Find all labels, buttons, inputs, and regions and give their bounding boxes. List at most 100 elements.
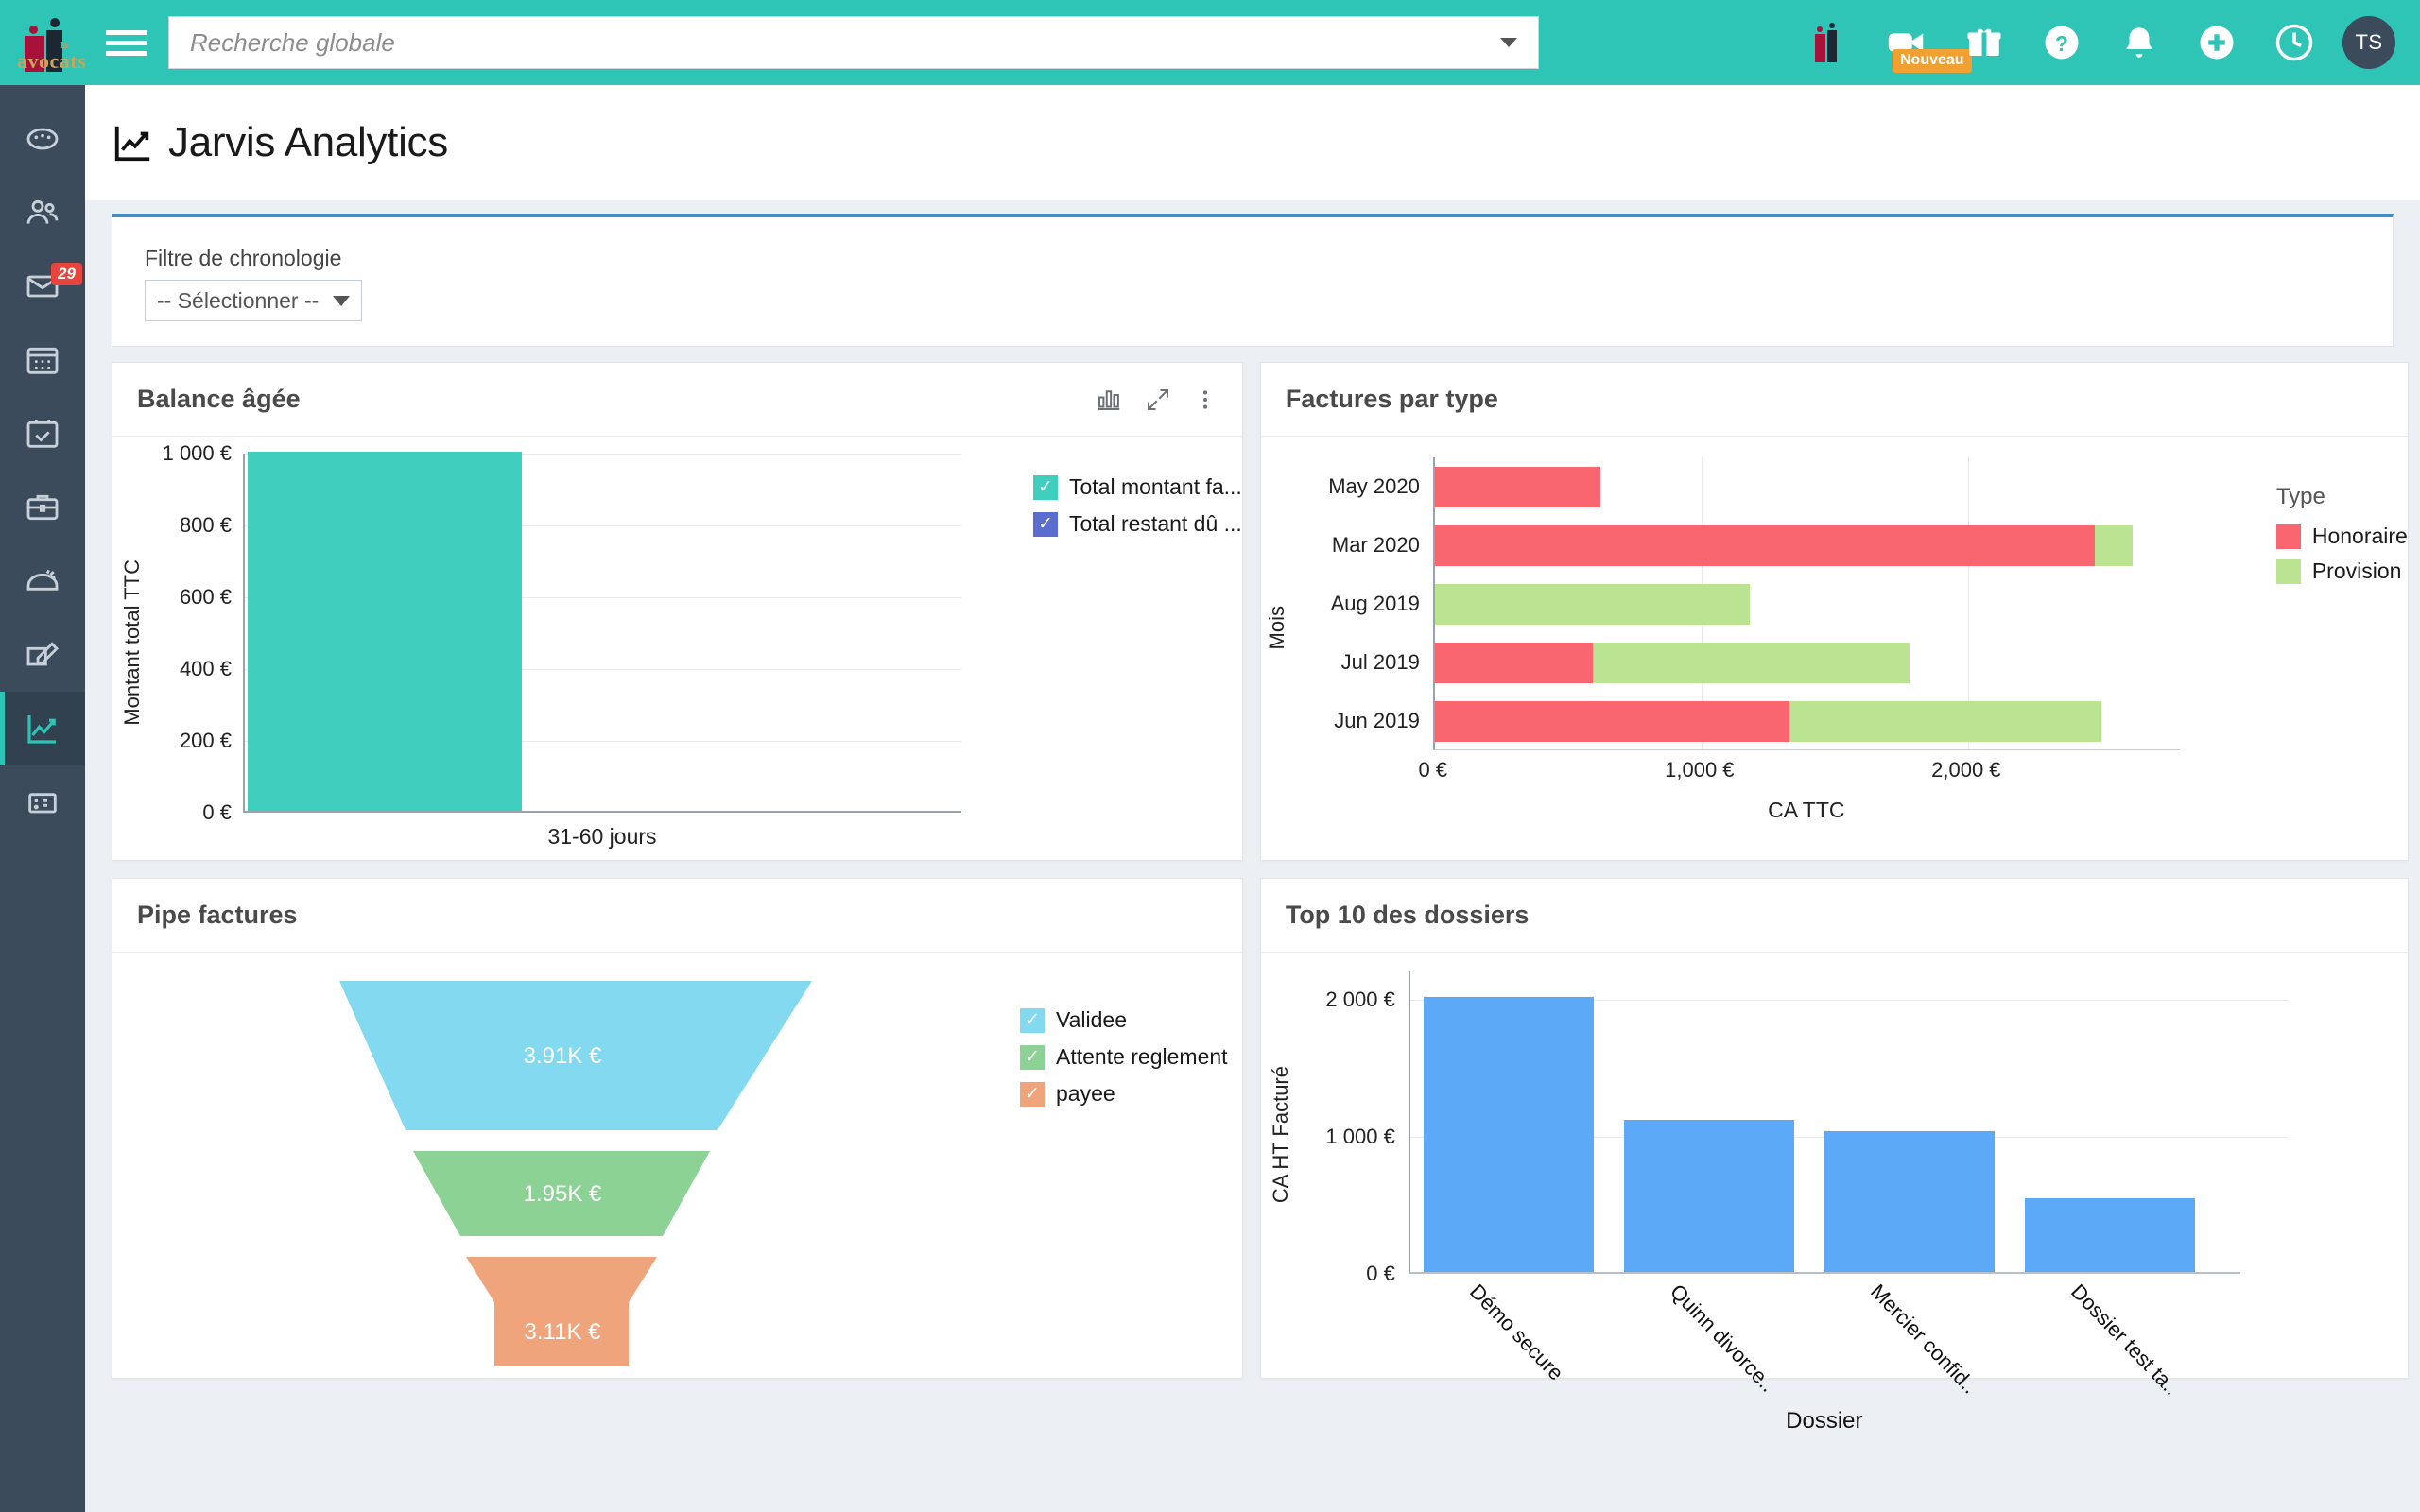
y-axis-ticks: 0 € 1 000 € 2 000 € xyxy=(1325,988,1395,1285)
bar-mercier-confid[interactable] xyxy=(1824,1131,1995,1272)
sidebar-item-analytics[interactable] xyxy=(0,692,85,765)
segment-provision[interactable] xyxy=(1789,701,2101,742)
funnel-value-attente: 1.95K € xyxy=(523,1181,602,1207)
funnel-value-payee: 3.11K € xyxy=(524,1319,601,1345)
funnel-svg xyxy=(339,981,812,1366)
expand-icon[interactable] xyxy=(1144,386,1172,414)
segment-honoraire[interactable] xyxy=(1434,467,1600,507)
card-title: Pipe factures xyxy=(137,901,298,929)
help-circle-icon[interactable]: ? xyxy=(2023,0,2100,85)
balance-agee-chart: Montant total TTC 0 € 200 € 400 € 600 € … xyxy=(120,441,1018,860)
gift-icon[interactable] xyxy=(1945,0,2023,85)
sidebar-item-dashboard[interactable] xyxy=(0,102,85,176)
more-options-icon[interactable] xyxy=(1193,386,1218,414)
card-actions xyxy=(1095,386,1218,414)
messages-badge: 29 xyxy=(51,263,82,286)
card-header: Factures par type xyxy=(1260,363,2408,437)
top10-chart: CA HT Facturé 0 € 1 000 € 2 000 € Démo s… xyxy=(1269,971,2386,1434)
legend-item[interactable]: Honoraire xyxy=(2275,524,2408,549)
global-search[interactable] xyxy=(168,16,1539,69)
logo-figure-icon: la avocats xyxy=(13,13,85,73)
bar-row-aug-2019 xyxy=(1434,584,1750,625)
legend-item[interactable]: Provision xyxy=(2275,558,2408,584)
legend-swatch: ✓ xyxy=(1033,511,1058,537)
card-balance-agee: Balance âgée Montant total TTC 0 € 200 €… xyxy=(112,362,1243,861)
plus-circle-icon[interactable] xyxy=(2178,0,2256,85)
segment-provision[interactable] xyxy=(1592,643,1910,683)
sidebar-item-cases[interactable] xyxy=(0,471,85,544)
chart-legend: Type Honoraire Provision xyxy=(2275,484,2408,860)
app-logo[interactable]: la avocats xyxy=(0,0,85,85)
dashboard-area: Filtre de chronologie -- Sélectionner --… xyxy=(85,200,2420,1512)
legend-item[interactable]: ✓ Total montant fa... xyxy=(1033,474,1242,500)
chevron-down-icon xyxy=(333,295,350,306)
sidebar-item-editor[interactable] xyxy=(0,618,85,692)
card-body: CA HT Facturé 0 € 1 000 € 2 000 € Démo s… xyxy=(1261,953,2408,1434)
funnel-stage-payee xyxy=(466,1257,657,1366)
segment-honoraire[interactable] xyxy=(1434,643,1593,683)
bar-row-jun-2019 xyxy=(1434,701,2101,742)
x-axis-ticks: Démo secure Quinn divorce.. Mercier conf… xyxy=(1464,1280,2185,1400)
chart-type-icon[interactable] xyxy=(1095,386,1123,414)
legend-item[interactable]: ✓ Total restant dû ... xyxy=(1033,511,1242,537)
bell-icon[interactable] xyxy=(2100,0,2178,85)
card-factures-par-type: Factures par type Mois May 2020 Mar 2020… xyxy=(1259,362,2409,861)
sidebar-item-contacts[interactable] xyxy=(0,176,85,249)
bar-total-montant[interactable] xyxy=(248,452,522,811)
legend-swatch xyxy=(2275,558,2301,584)
segment-honoraire[interactable] xyxy=(1434,525,2095,566)
left-sidebar: la avocats 29 xyxy=(0,0,85,1512)
segment-provision[interactable] xyxy=(2094,525,2133,566)
funnel-value-validee: 3.91K € xyxy=(523,1043,602,1069)
svg-text:?: ? xyxy=(2055,31,2068,56)
card-header: Pipe factures xyxy=(112,879,1242,953)
avatar[interactable]: TS xyxy=(2342,16,2395,69)
top-bar: Nouveau ? TS xyxy=(85,0,2420,85)
factures-par-type-chart: Mois May 2020 Mar 2020 Aug 2019 Jul 2019… xyxy=(1265,457,2254,854)
legend-item[interactable]: ✓ payee xyxy=(1020,1081,1228,1107)
bar-row-may-2020 xyxy=(1434,467,1600,507)
bar-demo-secure[interactable] xyxy=(1423,997,1594,1272)
main-content: Jarvis Analytics Filtre de chronologie -… xyxy=(85,85,2420,1512)
video-camera-icon[interactable]: Nouveau xyxy=(1868,0,1972,85)
filter-panel: Filtre de chronologie -- Sélectionner -- xyxy=(112,214,2394,347)
card-title: Balance âgée xyxy=(137,385,301,413)
app-logo-icon[interactable] xyxy=(1790,0,1868,85)
sidebar-item-calendar[interactable] xyxy=(0,323,85,397)
sidebar-nav: 29 xyxy=(0,102,85,839)
x-axis-label: CA TTC xyxy=(1768,798,1845,822)
x-axis-label: 31-60 jours xyxy=(547,824,657,849)
legend-swatch: ✓ xyxy=(1020,1007,1045,1033)
page-header: Jarvis Analytics xyxy=(85,85,2420,200)
card-header: Balance âgée xyxy=(112,363,1242,437)
bar-quinn-divorce[interactable] xyxy=(1623,1120,1794,1272)
search-dropdown-icon[interactable] xyxy=(1500,38,1517,47)
sidebar-item-tasks[interactable] xyxy=(0,397,85,471)
chronology-filter-select[interactable]: -- Sélectionner -- xyxy=(145,280,362,321)
plot-area xyxy=(1408,971,2288,1274)
hamburger-icon[interactable] xyxy=(106,29,147,56)
card-header: Top 10 des dossiers xyxy=(1260,879,2408,953)
bar-dossier-test[interactable] xyxy=(2024,1198,2195,1272)
sidebar-item-archive[interactable] xyxy=(0,544,85,618)
card-body: Montant total TTC 0 € 200 € 400 € 600 € … xyxy=(112,437,1242,860)
plot-area xyxy=(243,452,961,813)
y-axis-label: Mois xyxy=(1264,605,1288,650)
search-input[interactable] xyxy=(169,17,1538,68)
filter-label: Filtre de chronologie xyxy=(145,246,342,270)
card-title: Factures par type xyxy=(1285,385,1498,413)
legend-swatch: ✓ xyxy=(1033,474,1058,500)
sidebar-item-messages[interactable]: 29 xyxy=(0,249,85,323)
legend-title: Type xyxy=(2275,484,2325,509)
card-body: Mois May 2020 Mar 2020 Aug 2019 Jul 2019… xyxy=(1261,437,2408,860)
page-title: Jarvis Analytics xyxy=(168,119,448,165)
clock-icon[interactable] xyxy=(2256,0,2333,85)
legend-item[interactable]: ✓ Attente reglement xyxy=(1020,1044,1228,1070)
plot-area xyxy=(1432,457,2180,750)
sidebar-item-accounting[interactable] xyxy=(0,765,85,839)
legend-item[interactable]: ✓ Validee xyxy=(1020,1007,1228,1033)
segment-provision[interactable] xyxy=(1434,584,1750,625)
segment-honoraire[interactable] xyxy=(1434,701,1789,742)
chart-legend: ✓ Validee ✓ Attente reglement ✓ payee xyxy=(1020,1007,1228,1378)
y-axis-ticks: 0 € 200 € 400 € 600 € 800 € 1 000 € xyxy=(162,441,232,824)
